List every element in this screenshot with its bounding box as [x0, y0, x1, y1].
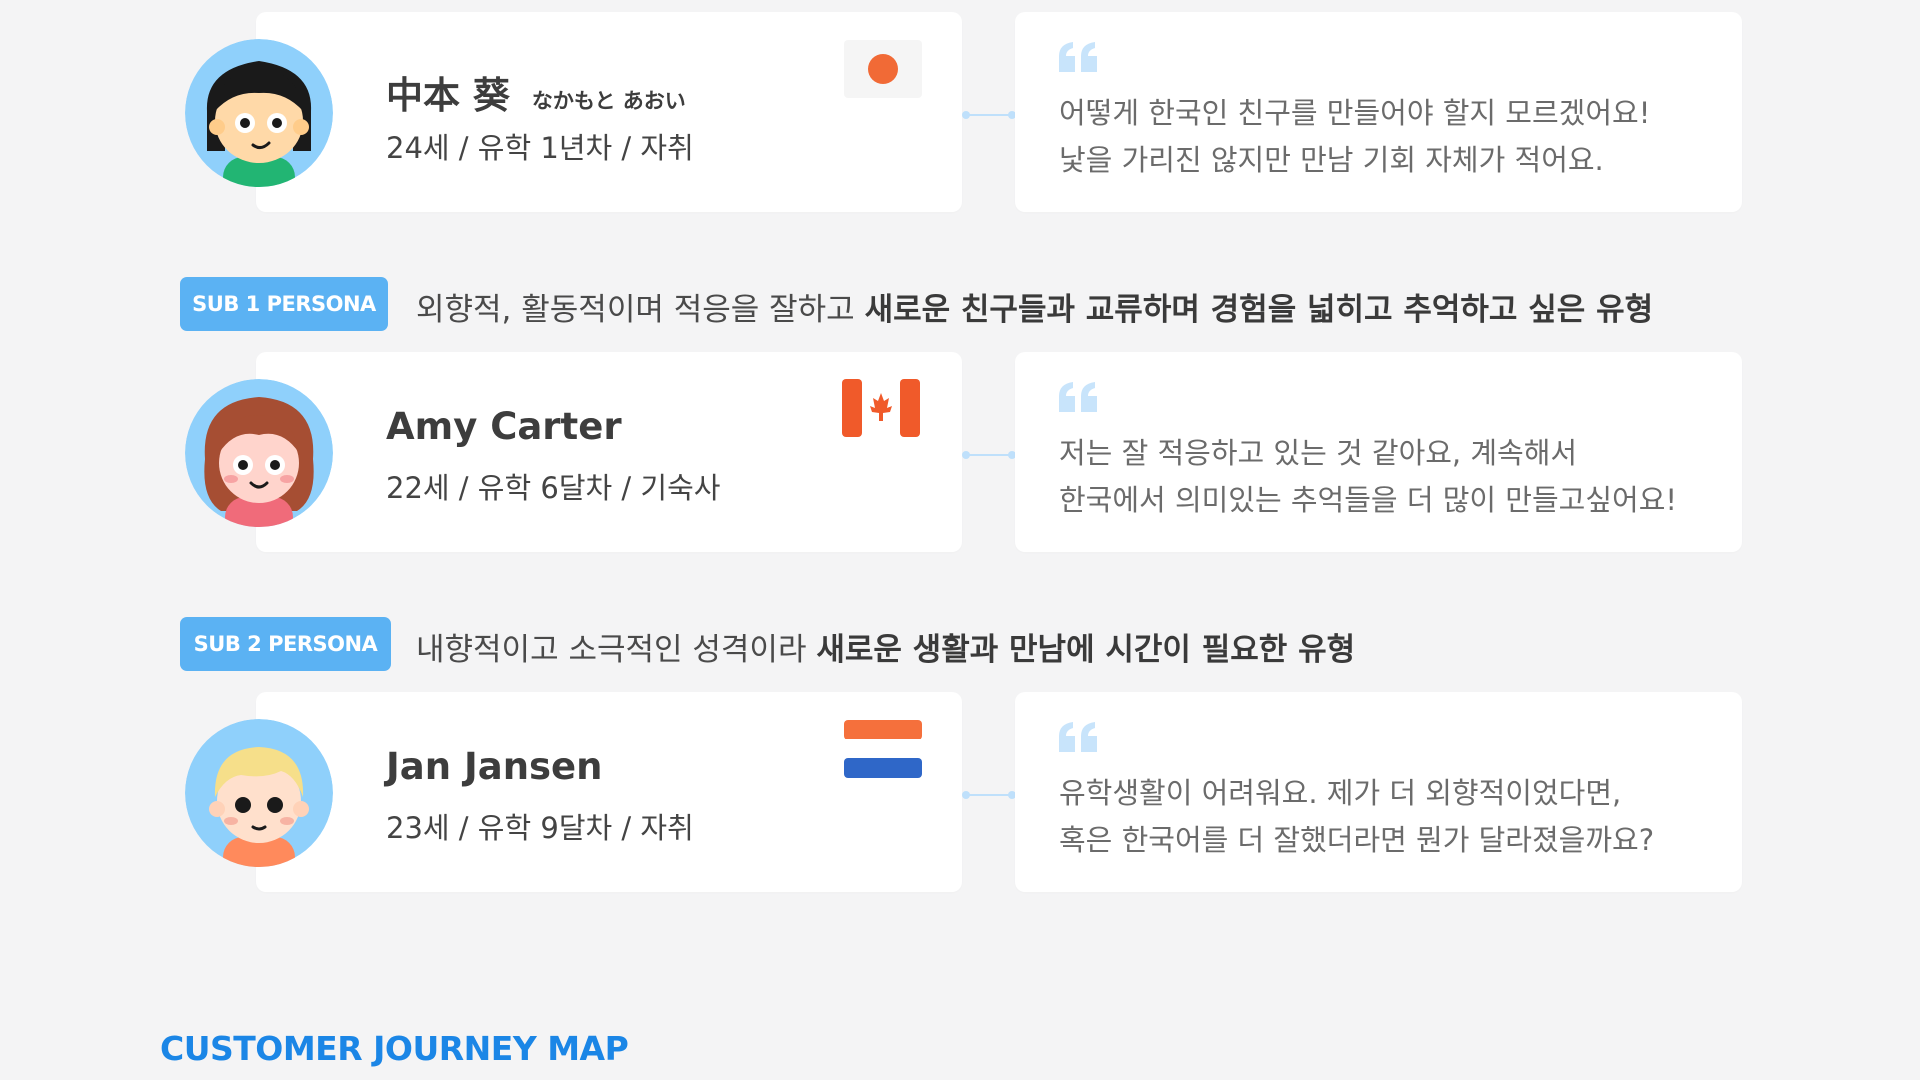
persona-name: 中本 葵なかもと あおい	[386, 74, 686, 117]
sub1-persona-badge: SUB 1 PERSONA	[180, 277, 388, 331]
persona-name: Amy Carter	[386, 405, 622, 448]
persona-card-main: 中本 葵なかもと あおい 24세 / 유학 1년차 / 자취	[256, 12, 962, 212]
persona-meta: 22세 / 유학 6달차 / 기숙사	[386, 471, 721, 505]
quote-text: 유학생활이 어려워요. 제가 더 외향적이었다면, 혹은 한국어를 더 잘했더라…	[1059, 770, 1712, 864]
avatar-boy-blonde-icon	[185, 719, 333, 867]
quote-line: 유학생활이 어려워요. 제가 더 외향적이었다면,	[1059, 776, 1622, 810]
sub1-persona-description: 외향적, 활동적이며 적응을 잘하고 새로운 친구들과 교류하며 경험을 넓히고…	[416, 292, 1654, 328]
connector-line	[960, 106, 1018, 119]
quote-text: 어떻게 한국인 친구를 만들어야 할지 모르겠어요! 낯을 가리진 않지만 만남…	[1059, 90, 1712, 184]
quote-line: 혹은 한국어를 더 잘했더라면 뭔가 달라졌을까요?	[1059, 823, 1655, 857]
section-title: CUSTOMER JOURNEY MAP	[160, 1029, 629, 1068]
persona-name: Jan Jansen	[386, 745, 603, 788]
persona-card-sub1: Amy Carter 22세 / 유학 6달차 / 기숙사	[256, 352, 962, 552]
quote-card-sub2: 유학생활이 어려워요. 제가 더 외향적이었다면, 혹은 한국어를 더 잘했더라…	[1015, 692, 1742, 892]
quote-icon	[1057, 40, 1099, 74]
sub2-persona-badge: SUB 2 PERSONA	[180, 617, 391, 671]
quote-card-sub1: 저는 잘 적응하고 있는 것 같아요, 계속해서 한국에서 의미있는 추억들을 …	[1015, 352, 1742, 552]
persona-name-kana: なかもと あおい	[531, 89, 686, 113]
quote-line: 낯을 가리진 않지만 만남 기회 자체가 적어요.	[1059, 143, 1604, 177]
japan-flag-icon	[844, 40, 922, 98]
persona-meta: 24세 / 유학 1년차 / 자취	[386, 131, 694, 165]
quote-line: 어떻게 한국인 친구를 만들어야 할지 모르겠어요!	[1059, 96, 1651, 130]
quote-icon	[1057, 380, 1099, 414]
avatar-girl-icon	[185, 39, 333, 187]
connector-line	[960, 786, 1018, 799]
connector-line	[960, 446, 1018, 459]
quote-card-main: 어떻게 한국인 친구를 만들어야 할지 모르겠어요! 낯을 가리진 않지만 만남…	[1015, 12, 1742, 212]
sub2-persona-description: 내향적이고 소극적인 성격이라 새로운 생활과 만남에 시간이 필요한 유형	[416, 632, 1356, 668]
quote-text: 저는 잘 적응하고 있는 것 같아요, 계속해서 한국에서 의미있는 추억들을 …	[1059, 430, 1712, 524]
quote-icon	[1057, 720, 1099, 754]
netherlands-flag-icon	[844, 720, 922, 778]
persona-meta: 23세 / 유학 9달차 / 자취	[386, 811, 694, 845]
quote-line: 저는 잘 적응하고 있는 것 같아요, 계속해서	[1059, 436, 1578, 470]
quote-line: 한국에서 의미있는 추억들을 더 많이 만들고싶어요!	[1059, 483, 1677, 517]
persona-card-sub2: Jan Jansen 23세 / 유학 9달차 / 자취	[256, 692, 962, 892]
avatar-girl-brown-hair-icon	[185, 379, 333, 527]
canada-flag-icon	[842, 379, 920, 437]
